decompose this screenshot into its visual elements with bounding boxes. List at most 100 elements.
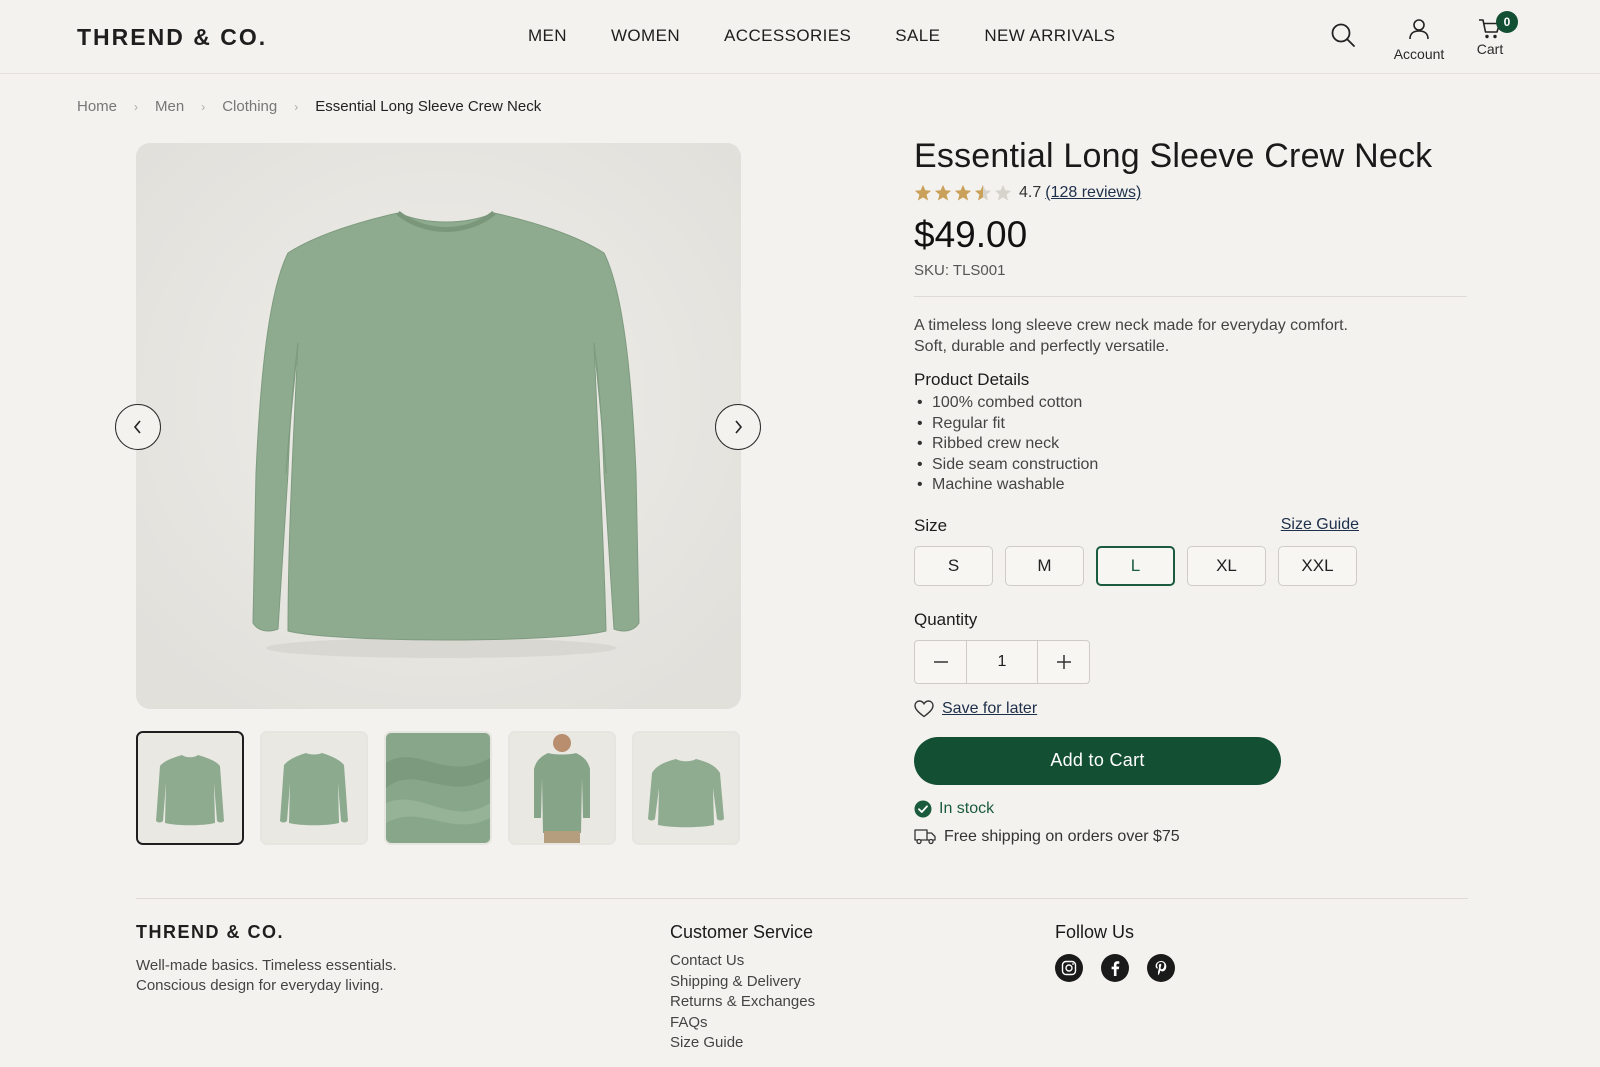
size-header: Size Size Guide xyxy=(914,516,1359,536)
save-for-later-label: Save for later xyxy=(942,699,1038,717)
thumbnail-back-image xyxy=(262,733,366,843)
thumbnail-fabric-closeup[interactable] xyxy=(384,731,492,845)
chevron-left-icon xyxy=(133,420,141,434)
thumbnail-strip xyxy=(136,731,740,845)
size-guide-link[interactable]: Size Guide xyxy=(1281,516,1359,536)
footer-brand: THREND & CO. Well-made basics. Timeless … xyxy=(136,922,397,996)
nav-item-accessories[interactable]: ACCESSORIES xyxy=(724,26,851,46)
thumbnail-on-model[interactable] xyxy=(508,731,616,845)
product-title: Essential Long Sleeve Crew Neck xyxy=(914,137,1433,175)
detail-item: Regular fit xyxy=(914,414,1474,435)
thumbnail-model-image xyxy=(510,733,614,843)
footer-link-faqs[interactable]: FAQs xyxy=(670,1014,708,1031)
size-option-m[interactable]: M xyxy=(1005,545,1084,586)
size-option-xl[interactable]: XL xyxy=(1187,545,1266,586)
social-links xyxy=(1055,954,1175,982)
size-label: Size xyxy=(914,515,948,535)
chevron-right-icon xyxy=(735,420,743,434)
stock-status: In stock xyxy=(914,800,1474,818)
facebook-glyph xyxy=(1111,961,1120,976)
quantity-decrease-button[interactable] xyxy=(915,641,966,683)
size-option-s[interactable]: S xyxy=(914,545,993,586)
quantity-label: Quantity xyxy=(914,609,978,629)
divider xyxy=(914,296,1467,297)
product-info: Essential Long Sleeve Crew Neck 4.7 (128… xyxy=(914,137,1474,846)
user-icon xyxy=(1409,19,1429,40)
chevron-right-icon: › xyxy=(294,99,299,114)
shipping-label: Free shipping on orders over $75 xyxy=(944,827,1180,845)
footer-tagline: Well-made basics. Timeless essentials. C… xyxy=(136,956,397,996)
chevron-right-icon: › xyxy=(134,99,139,114)
thumbnail-folded-front[interactable] xyxy=(632,731,740,845)
cart-icon-wrap: 0 xyxy=(1470,11,1518,40)
rating-stars xyxy=(914,184,1012,202)
detail-item: Machine washable xyxy=(914,475,1474,496)
size-selector: S M L XL XXL xyxy=(914,545,1474,586)
star-empty-icon xyxy=(994,184,1012,201)
check-circle-icon xyxy=(914,800,932,817)
nav-item-women[interactable]: WOMEN xyxy=(611,26,680,46)
instagram-icon[interactable] xyxy=(1055,954,1083,982)
account-button[interactable]: Account xyxy=(1384,18,1454,62)
breadcrumb-clothing[interactable]: Clothing xyxy=(222,98,277,115)
footer-divider xyxy=(136,898,1468,899)
detail-item: Ribbed crew neck xyxy=(914,434,1474,455)
cart-button[interactable]: 0 Cart xyxy=(1470,11,1518,57)
thumbnail-folded-image xyxy=(634,733,738,843)
footer-customer-service: Customer Service Contact Us Shipping & D… xyxy=(670,922,815,1054)
shirt-image xyxy=(136,143,741,709)
facebook-icon[interactable] xyxy=(1101,954,1129,982)
footer-link-contact[interactable]: Contact Us xyxy=(670,952,744,969)
plus-icon xyxy=(1056,654,1071,669)
breadcrumb-home[interactable]: Home xyxy=(77,98,117,115)
product-details-title: Product Details xyxy=(914,370,1030,389)
product-main-image[interactable] xyxy=(136,143,741,709)
star-full-icon xyxy=(934,184,952,201)
detail-item: Side seam construction xyxy=(914,455,1474,476)
search-button[interactable] xyxy=(1330,22,1356,48)
footer-link-shipping[interactable]: Shipping & Delivery xyxy=(670,973,801,990)
nav-item-new-arrivals[interactable]: NEW ARRIVALS xyxy=(984,26,1115,46)
footer-link-size-guide[interactable]: Size Guide xyxy=(670,1034,743,1051)
footer-tagline-line1: Well-made basics. Timeless essentials. xyxy=(136,957,397,974)
footer-links: Contact Us Shipping & Delivery Returns &… xyxy=(670,951,815,1054)
search-icon xyxy=(1331,23,1355,47)
save-for-later-button[interactable]: Save for later xyxy=(914,700,1474,718)
add-to-cart-button[interactable]: Add to Cart xyxy=(914,736,1281,785)
detail-item: 100% combed cotton xyxy=(914,393,1474,414)
pinterest-glyph xyxy=(1155,961,1167,976)
breadcrumb: Home › Men › Clothing › Essential Long S… xyxy=(77,98,541,115)
minus-icon xyxy=(933,660,948,663)
thumbnail-front-image xyxy=(138,733,242,843)
heart-icon xyxy=(914,699,934,717)
breadcrumb-men[interactable]: Men xyxy=(155,98,184,115)
product-details-list: 100% combed cotton Regular fit Ribbed cr… xyxy=(914,393,1474,496)
footer-follow-title: Follow Us xyxy=(1055,922,1135,942)
nav-item-sale[interactable]: SALE xyxy=(895,26,940,46)
thumbnail-front[interactable] xyxy=(136,731,244,845)
site-header: THREND & CO. MEN WOMEN ACCESSORIES SALE … xyxy=(0,0,1600,74)
thumbnail-back[interactable] xyxy=(260,731,368,845)
reviews-link[interactable]: (128 reviews) xyxy=(1045,184,1141,202)
chevron-right-icon: › xyxy=(201,99,206,114)
rating-value: 4.7 xyxy=(1019,184,1042,201)
star-full-icon xyxy=(954,184,972,201)
product-price: $49.00 xyxy=(914,214,1028,255)
carousel-next-button[interactable] xyxy=(715,404,761,450)
truck-icon xyxy=(914,829,936,845)
product-rating: 4.7 (128 reviews) xyxy=(914,184,1474,202)
pinterest-icon[interactable] xyxy=(1147,954,1175,982)
carousel-prev-button[interactable] xyxy=(115,404,161,450)
size-option-xxl[interactable]: XXL xyxy=(1278,545,1357,586)
quantity-increase-button[interactable] xyxy=(1038,641,1089,683)
nav-item-men[interactable]: MEN xyxy=(528,26,567,46)
quantity-value[interactable]: 1 xyxy=(966,640,1038,683)
size-option-l[interactable]: L xyxy=(1096,545,1175,586)
site-logo[interactable]: THREND & CO. xyxy=(77,24,267,51)
shipping-info: Free shipping on orders over $75 xyxy=(914,828,1474,846)
thumbnail-fabric-image xyxy=(386,733,490,843)
cart-label: Cart xyxy=(1476,41,1504,57)
footer-link-returns[interactable]: Returns & Exchanges xyxy=(670,993,815,1010)
footer-tagline-line2: Conscious design for everyday living. xyxy=(136,977,384,994)
footer-logo: THREND & CO. xyxy=(136,922,284,942)
